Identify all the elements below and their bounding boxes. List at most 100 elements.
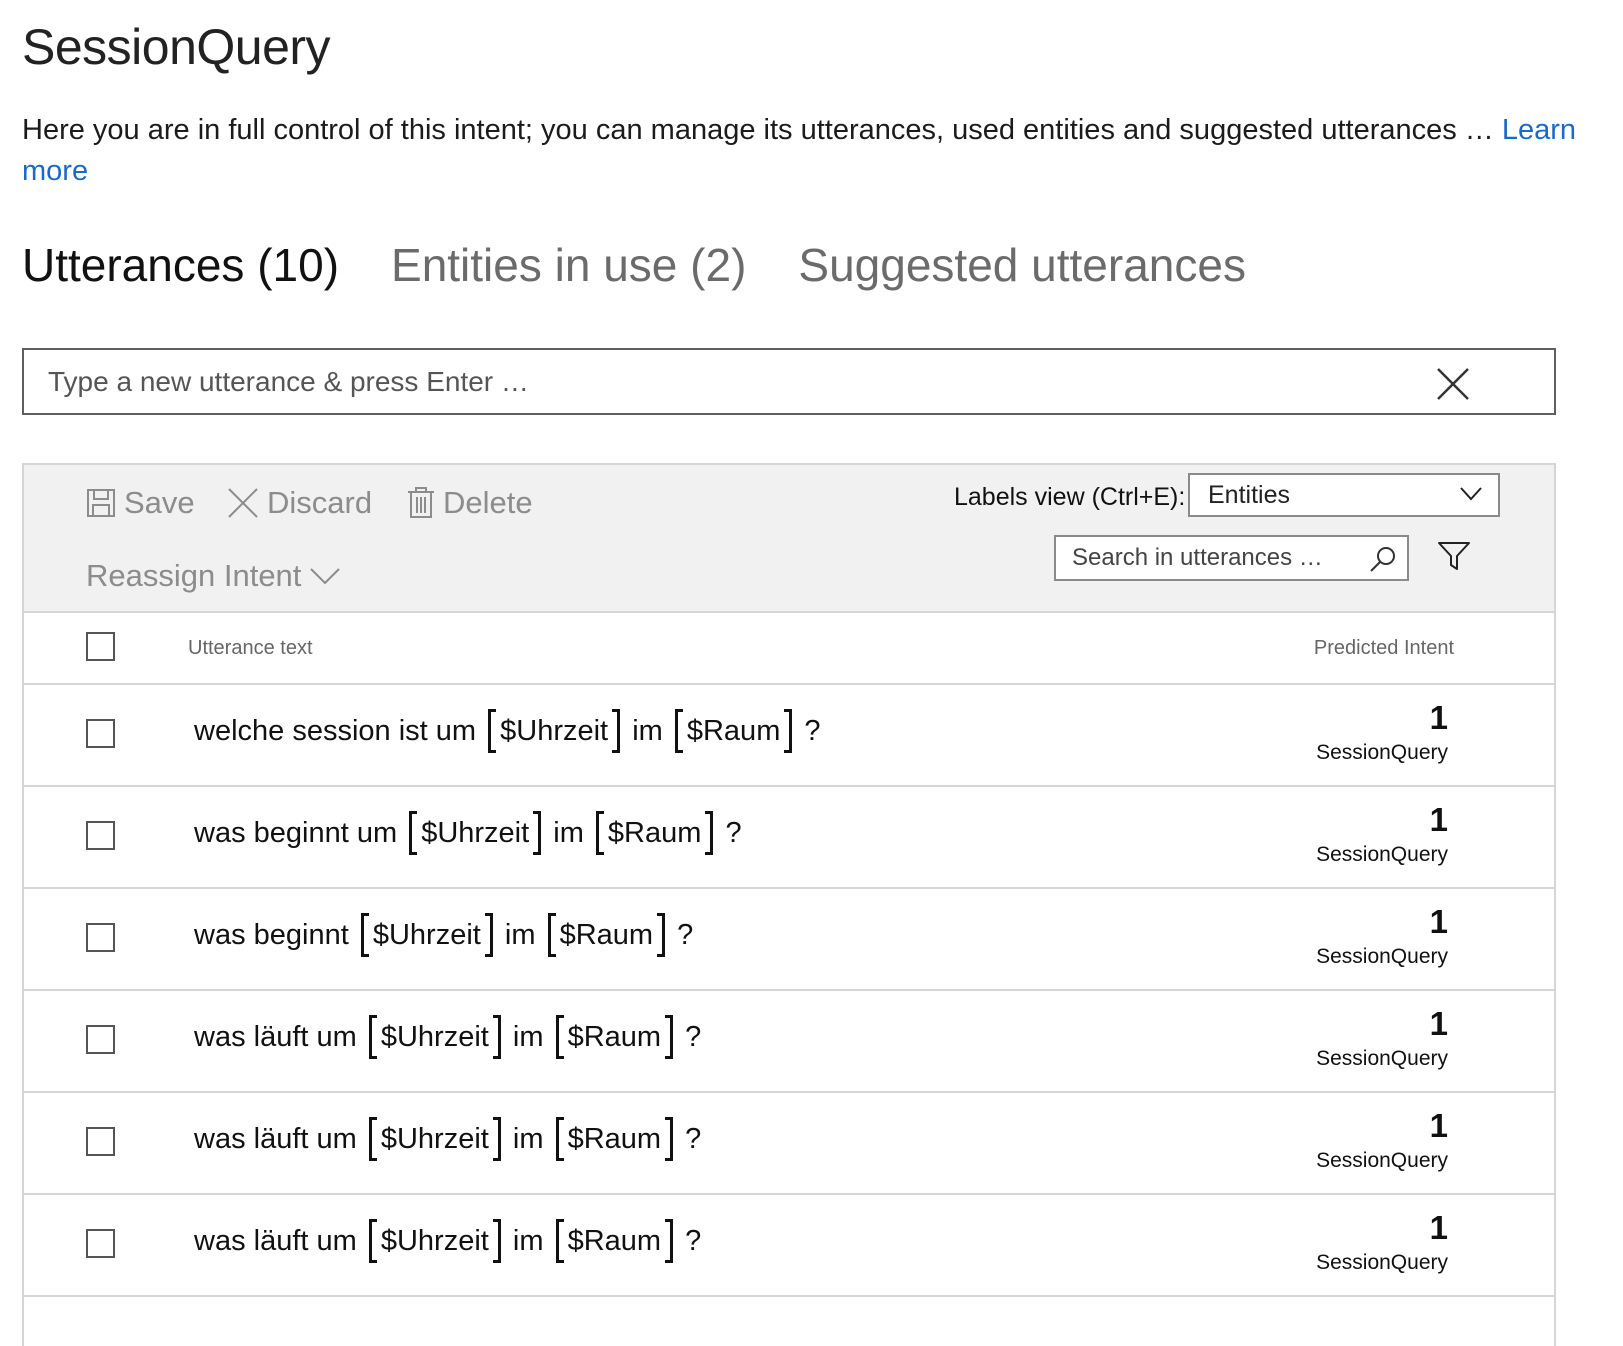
bracket-left	[368, 1015, 377, 1059]
entity-label[interactable]: $Raum	[595, 811, 714, 855]
row-checkbox[interactable]	[86, 1025, 115, 1054]
utterance-text[interactable]: was läuft um $Uhrzeit im $Raum ?	[194, 1015, 701, 1059]
utterance-word: ?	[677, 919, 694, 951]
bracket-right	[492, 1219, 501, 1263]
utterance-search-input[interactable]	[1072, 537, 1362, 579]
row-checkbox[interactable]	[86, 1127, 115, 1156]
entity-label[interactable]: $Raum	[674, 709, 793, 753]
utterance-word: im	[504, 919, 536, 951]
utterance-search-box	[1054, 535, 1409, 581]
filter-icon[interactable]	[1437, 541, 1471, 571]
utterance-text[interactable]: was beginnt $Uhrzeit im $Raum ?	[194, 913, 694, 957]
predicted-intent: SessionQuery	[1316, 1149, 1448, 1172]
bracket-left	[555, 1219, 564, 1263]
row-checkbox[interactable]	[86, 923, 115, 952]
reassign-intent-label: Reassign Intent	[86, 558, 302, 593]
labels-view-value: Entities	[1208, 481, 1290, 509]
entity-name: $Raum	[607, 817, 702, 849]
utterance-word: ?	[685, 1123, 702, 1155]
entity-name: $Raum	[559, 919, 654, 951]
predicted-intent: SessionQuery	[1316, 843, 1448, 866]
table-row[interactable]: was beginnt um $Uhrzeit im $Raum ? 1 Sessi…	[24, 787, 1554, 889]
entity-name: $Raum	[567, 1123, 662, 1155]
row-checkbox[interactable]	[86, 1229, 115, 1258]
column-header-predicted-intent: Predicted Intent	[1313, 637, 1454, 659]
utterance-word: welche session ist um	[194, 715, 477, 747]
delete-button[interactable]: Delete	[407, 485, 533, 521]
tab-utterances[interactable]: Utterances (10)	[22, 238, 339, 292]
delete-label: Delete	[443, 485, 533, 520]
utterance-word: was beginnt	[194, 919, 349, 951]
bracket-left	[368, 1219, 377, 1263]
entity-label[interactable]: $Raum	[555, 1015, 674, 1059]
utterance-word: im	[632, 715, 663, 747]
entity-label[interactable]: $Raum	[555, 1117, 674, 1161]
column-header-utterance-text: Utterance text	[188, 637, 313, 659]
utterance-word: was läuft um	[194, 1123, 357, 1155]
entity-label[interactable]: $Uhrzeit	[360, 913, 493, 957]
entity-label[interactable]: $Raum	[547, 913, 666, 957]
entity-name: $Uhrzeit	[372, 919, 481, 951]
bracket-left	[555, 1117, 564, 1161]
utterance-text[interactable]: welche session ist um $Uhrzeit im $Raum …	[194, 709, 821, 753]
bracket-right	[705, 811, 714, 855]
entity-name: $Uhrzeit	[380, 1225, 489, 1257]
labels-view-dropdown[interactable]: Entities	[1188, 473, 1500, 517]
table-row[interactable]: welche session ist um $Uhrzeit im $Raum …	[24, 685, 1554, 787]
close-icon[interactable]	[1436, 367, 1470, 401]
discard-button[interactable]: Discard	[227, 485, 372, 521]
utterance-text[interactable]: was läuft um $Uhrzeit im $Raum ?	[194, 1219, 702, 1263]
entity-label[interactable]: $Uhrzeit	[368, 1219, 501, 1263]
prediction-score: 1	[1429, 801, 1448, 838]
utterance-text[interactable]: was läuft um $Uhrzeit im $Raum ?	[194, 1117, 702, 1161]
bracket-right	[533, 811, 542, 855]
utterance-word: im	[512, 1123, 544, 1155]
utterance-text[interactable]: was beginnt um $Uhrzeit im $Raum ?	[194, 811, 742, 855]
entity-name: $Raum	[686, 715, 781, 747]
bracket-right	[665, 1219, 674, 1263]
prediction-score: 1	[1429, 1107, 1448, 1144]
row-checkbox[interactable]	[86, 821, 115, 850]
bracket-left	[674, 709, 683, 753]
bracket-left	[595, 811, 604, 855]
search-icon[interactable]	[1369, 545, 1397, 573]
entity-name: $Uhrzeit	[500, 715, 609, 747]
table-row[interactable]: was beginnt $Uhrzeit im $Raum ? 1 SessionQ…	[24, 889, 1554, 991]
chevron-down-icon	[310, 568, 341, 585]
prediction-score: 1	[1429, 1005, 1448, 1042]
entity-label[interactable]: $Uhrzeit	[488, 709, 621, 753]
bracket-right	[492, 1015, 501, 1059]
bracket-right	[612, 709, 621, 753]
page-title: SessionQuery	[22, 19, 331, 75]
tab-bar: Utterances (10) Entities in use (2) Sugg…	[22, 238, 1298, 292]
predicted-intent: SessionQuery	[1316, 741, 1448, 764]
tab-suggested-utterances[interactable]: Suggested utterances	[798, 238, 1246, 292]
save-button[interactable]: Save	[86, 485, 195, 521]
close-icon	[228, 488, 258, 518]
select-all-checkbox[interactable]	[86, 632, 115, 661]
table-row[interactable]: was läuft um $Uhrzeit im $Raum ? 1 Session…	[24, 991, 1554, 1093]
bracket-right	[484, 913, 493, 957]
new-utterance-input[interactable]	[48, 350, 1428, 413]
table-row[interactable]: was läuft um $Uhrzeit im $Raum ? 1 Session…	[24, 1093, 1554, 1195]
utterance-word: im	[512, 1021, 544, 1053]
entity-label[interactable]: $Uhrzeit	[368, 1117, 501, 1161]
utterance-word: was beginnt um	[194, 817, 398, 849]
chevron-down-icon	[1460, 487, 1482, 501]
reassign-intent-button[interactable]: Reassign Intent	[86, 558, 349, 594]
utterance-grid: Save Discard Delete Reassign Intent Labe…	[22, 463, 1556, 1346]
bracket-right	[784, 709, 793, 753]
tab-entities-in-use[interactable]: Entities in use (2)	[391, 238, 746, 292]
entity-name: $Uhrzeit	[380, 1123, 489, 1155]
row-checkbox[interactable]	[86, 719, 115, 748]
predicted-intent: SessionQuery	[1316, 1251, 1448, 1274]
bracket-left	[368, 1117, 377, 1161]
utterance-word: ?	[685, 1225, 702, 1257]
intent-description: Here you are in full control of this int…	[22, 110, 1612, 192]
table-header: Utterance text Predicted Intent	[24, 611, 1554, 685]
entity-label[interactable]: $Uhrzeit	[409, 811, 542, 855]
entity-label[interactable]: $Uhrzeit	[368, 1015, 501, 1059]
entity-label[interactable]: $Raum	[555, 1219, 674, 1263]
table-row[interactable]: was läuft um $Uhrzeit im $Raum ? 1 Session…	[24, 1195, 1554, 1297]
predicted-intent: SessionQuery	[1316, 945, 1448, 968]
